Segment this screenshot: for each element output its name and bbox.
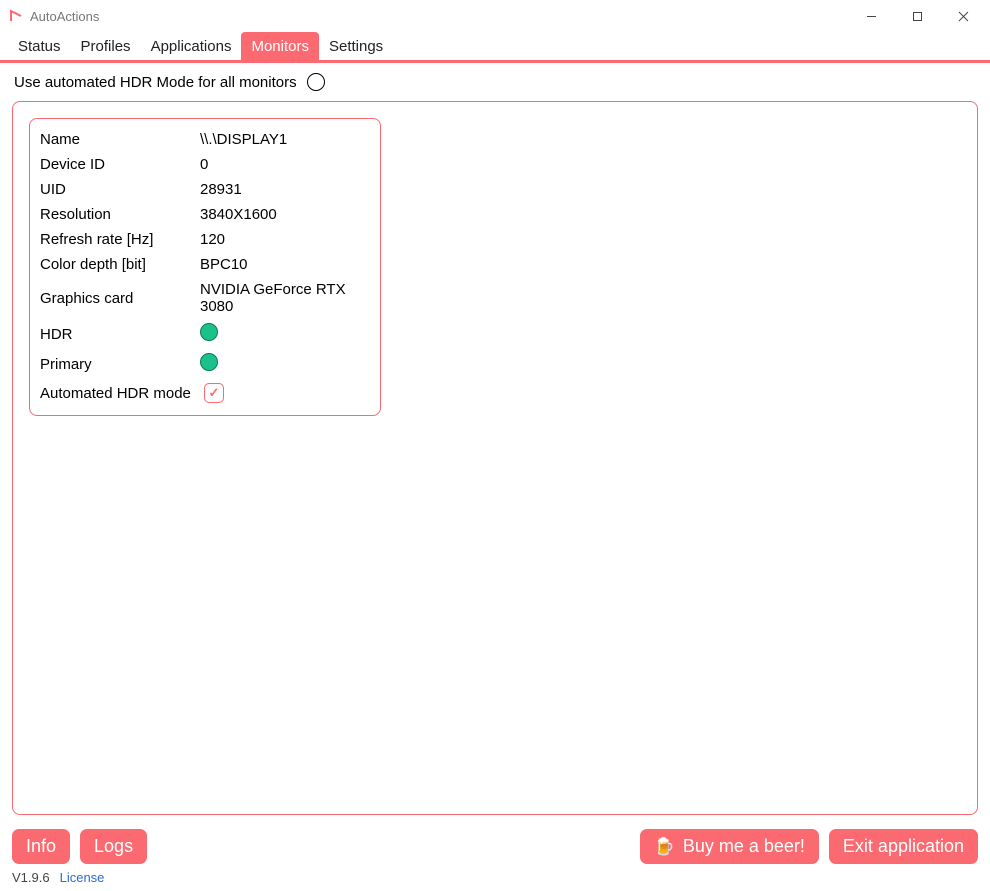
monitor-label: Device ID — [40, 156, 200, 173]
monitor-value: 0 — [200, 156, 370, 173]
monitor-label: Resolution — [40, 206, 200, 223]
buy-beer-label: Buy me a beer! — [683, 836, 805, 857]
license-link[interactable]: License — [60, 870, 105, 885]
monitor-label: Graphics card — [40, 290, 200, 307]
global-hdr-option: Use automated HDR Mode for all monitors — [0, 63, 990, 99]
version-label: V1.9.6 — [12, 870, 50, 885]
monitor-label: Automated HDR mode — [40, 385, 200, 402]
monitor-value: NVIDIA GeForce RTX 3080 — [200, 281, 370, 315]
monitor-value: 3840X1600 — [200, 206, 370, 223]
monitor-row-primary: Primary — [40, 349, 370, 379]
logs-button[interactable]: Logs — [80, 829, 147, 864]
tab-settings[interactable]: Settings — [319, 32, 393, 60]
monitor-row-resolution: Resolution 3840X1600 — [40, 202, 370, 227]
monitor-label: Primary — [40, 356, 200, 373]
info-button[interactable]: Info — [12, 829, 70, 864]
auto-hdr-checkbox[interactable]: ✓ — [204, 383, 224, 403]
hdr-status-dot-icon — [200, 323, 218, 341]
buy-beer-button[interactable]: 🍺 Buy me a beer! — [640, 829, 819, 864]
tab-bar: Status Profiles Applications Monitors Se… — [0, 32, 990, 63]
minimize-button[interactable] — [848, 0, 894, 32]
global-hdr-label: Use automated HDR Mode for all monitors — [14, 74, 297, 91]
monitor-row-refresh: Refresh rate [Hz] 120 — [40, 227, 370, 252]
tab-profiles[interactable]: Profiles — [71, 32, 141, 60]
monitor-row-colordepth: Color depth [bit] BPC10 — [40, 252, 370, 277]
monitor-row-hdr: HDR — [40, 319, 370, 349]
app-logo-icon — [8, 8, 24, 24]
monitor-label: Refresh rate [Hz] — [40, 231, 200, 248]
window-title: AutoActions — [30, 9, 99, 24]
primary-status-dot-icon — [200, 353, 218, 371]
close-button[interactable] — [940, 0, 986, 32]
monitor-label: UID — [40, 181, 200, 198]
beer-icon: 🍺 — [654, 837, 675, 857]
monitor-value: 28931 — [200, 181, 370, 198]
monitor-card: Name \\.\DISPLAY1 Device ID 0 UID 28931 … — [29, 118, 381, 416]
status-bar: V1.9.6 License — [0, 868, 990, 891]
exit-button[interactable]: Exit application — [829, 829, 978, 864]
tab-status[interactable]: Status — [8, 32, 71, 60]
monitor-row-auto-hdr: Automated HDR mode ✓ — [40, 379, 370, 407]
monitors-panel: Name \\.\DISPLAY1 Device ID 0 UID 28931 … — [12, 101, 978, 815]
monitor-label: Name — [40, 131, 200, 148]
maximize-button[interactable] — [894, 0, 940, 32]
monitor-row-gpu: Graphics card NVIDIA GeForce RTX 3080 — [40, 277, 370, 319]
monitor-row-deviceid: Device ID 0 — [40, 152, 370, 177]
monitor-value: BPC10 — [200, 256, 370, 273]
monitor-row-uid: UID 28931 — [40, 177, 370, 202]
monitor-row-name: Name \\.\DISPLAY1 — [40, 127, 370, 152]
monitor-value: 120 — [200, 231, 370, 248]
tab-applications[interactable]: Applications — [141, 32, 242, 60]
monitor-value: \\.\DISPLAY1 — [200, 131, 370, 148]
footer-buttons: Info Logs 🍺 Buy me a beer! Exit applicat… — [0, 823, 990, 868]
global-hdr-radio[interactable] — [307, 73, 325, 91]
monitor-label: Color depth [bit] — [40, 256, 200, 273]
tab-monitors[interactable]: Monitors — [241, 32, 319, 60]
monitor-label: HDR — [40, 326, 200, 343]
titlebar: AutoActions — [0, 0, 990, 32]
